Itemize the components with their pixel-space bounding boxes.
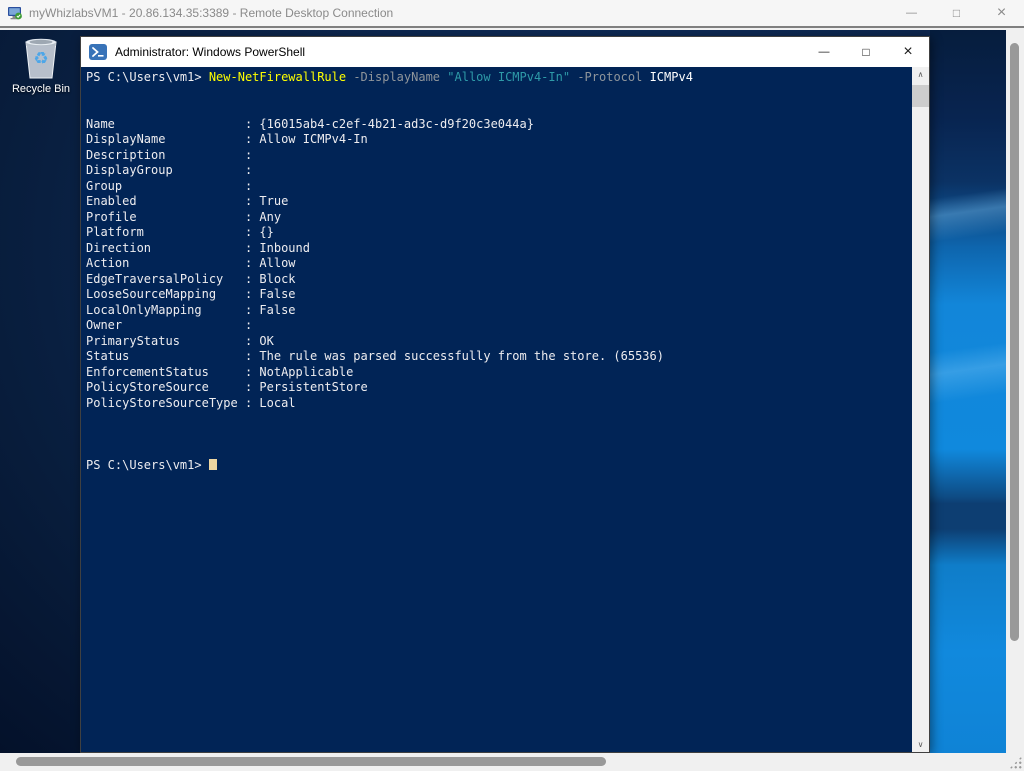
- powershell-minimize-button[interactable]: —: [803, 37, 845, 67]
- console-line: LocalOnlyMapping : False: [86, 302, 296, 317]
- recycle-symbol-icon: ♻: [33, 49, 49, 68]
- powershell-icon: [89, 44, 107, 60]
- console-line: Status : The rule was parsed successfull…: [86, 349, 664, 363]
- rdp-horizontal-scrollbar-thumb[interactable]: [16, 757, 606, 766]
- console-line: PS C:\Users\vm1>: [86, 458, 912, 474]
- powershell-window: Administrator: Windows PowerShell — □ × …: [80, 36, 930, 753]
- powershell-scrollbar[interactable]: ∧ ∨: [912, 67, 929, 752]
- console-line: Direction : Inbound: [86, 240, 310, 255]
- rdp-maximize-button[interactable]: □: [934, 0, 979, 26]
- console-line: LooseSourceMapping : False: [86, 287, 296, 301]
- powershell-titlebar[interactable]: Administrator: Windows PowerShell — □ ×: [81, 37, 929, 67]
- console-line: Enabled : True: [86, 194, 289, 208]
- wallpaper-light-beams: [930, 30, 1006, 753]
- console-line: PrimaryStatus : OK: [86, 333, 274, 348]
- console-line: PolicyStoreSourceType : Local: [86, 395, 296, 410]
- console-line: Owner :: [86, 318, 253, 332]
- console-line: Profile : Any: [86, 209, 282, 224]
- scroll-down-icon[interactable]: ∨: [912, 737, 929, 752]
- console-line: PS C:\Users\vm1> New-NetFirewallRule -Di…: [86, 70, 693, 84]
- powershell-scrollbar-thumb[interactable]: [912, 85, 929, 107]
- console-output[interactable]: PS C:\Users\vm1> New-NetFirewallRule -Di…: [81, 67, 912, 752]
- rdp-icon: [7, 5, 23, 21]
- rdp-minimize-button[interactable]: —: [889, 0, 934, 26]
- powershell-maximize-button[interactable]: □: [845, 37, 887, 67]
- powershell-window-title: Administrator: Windows PowerShell: [115, 45, 306, 59]
- rdp-horizontal-scrollbar[interactable]: [0, 753, 1006, 771]
- resize-grip-icon: [1009, 756, 1022, 769]
- console-line: Description :: [86, 147, 253, 162]
- console-line: DisplayName : Allow ICMPv4-In: [86, 132, 368, 146]
- rdp-close-button[interactable]: ×: [979, 0, 1024, 26]
- console-line: Name : {16015ab4-c2ef-4b21-ad3c-d9f20c3e…: [86, 116, 534, 131]
- console-line: PolicyStoreSource : PersistentStore: [86, 380, 368, 394]
- console-line: Group :: [86, 178, 253, 193]
- console-line: Platform : {}: [86, 225, 274, 239]
- rdp-resize-corner[interactable]: [1006, 753, 1024, 771]
- rdp-vertical-scrollbar-thumb[interactable]: [1010, 43, 1019, 641]
- console-line: EdgeTraversalPolicy : Block: [86, 271, 296, 286]
- console-line: DisplayGroup :: [86, 163, 253, 177]
- powershell-close-button[interactable]: ×: [887, 37, 929, 67]
- console-line: Action : Allow: [86, 256, 296, 270]
- scroll-up-icon[interactable]: ∧: [912, 67, 929, 82]
- remote-desktop-viewport: ♻ Recycle Bin Administrator: Windows Pow…: [0, 30, 1006, 753]
- console-line: EnforcementStatus : NotApplicable: [86, 364, 354, 379]
- recycle-bin-label: Recycle Bin: [11, 83, 71, 95]
- rdp-vertical-scrollbar[interactable]: [1006, 30, 1024, 753]
- rdp-window-title: myWhizlabsVM1 - 20.86.134.35:3389 - Remo…: [29, 6, 394, 20]
- rdp-titlebar[interactable]: myWhizlabsVM1 - 20.86.134.35:3389 - Remo…: [0, 0, 1024, 28]
- recycle-bin[interactable]: ♻ Recycle Bin: [8, 34, 74, 95]
- terminal-cursor: [208, 458, 217, 470]
